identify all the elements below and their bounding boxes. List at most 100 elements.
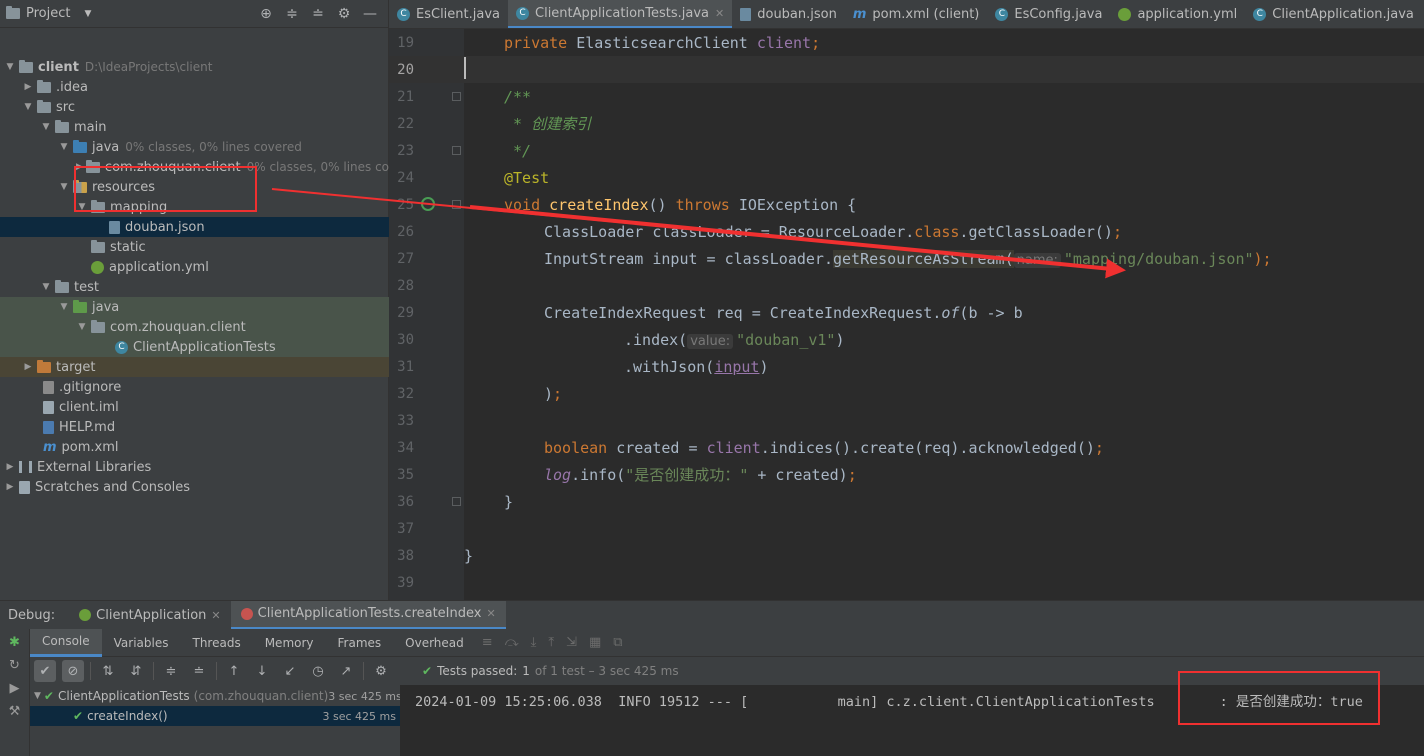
toolbar-separator bbox=[216, 662, 217, 680]
project-view-selector[interactable]: Project ▼ bbox=[6, 6, 91, 21]
chevron-down-icon[interactable]: ▼ bbox=[22, 102, 34, 112]
tree-node-src[interactable]: ▼ src bbox=[0, 97, 389, 117]
chevron-down-icon[interactable]: ▼ bbox=[58, 142, 70, 152]
code-editor[interactable]: 19 private ElasticsearchClient client; 2… bbox=[389, 29, 1424, 600]
tests-status: ✔ Tests passed: 1 of 1 test – 3 sec 425 … bbox=[422, 664, 679, 678]
chevron-right-icon[interactable]: ▶ bbox=[22, 362, 34, 372]
tree-node-test-java[interactable]: ▼ java bbox=[0, 297, 389, 317]
tree-node-test-package[interactable]: ▼ com.zhouquan.client bbox=[0, 317, 389, 337]
fold-icon[interactable] bbox=[452, 92, 461, 101]
resume-icon[interactable]: ▶ bbox=[10, 681, 20, 696]
step-over-icon[interactable]: ⤼ bbox=[499, 635, 525, 650]
locate-icon[interactable]: ⊕ bbox=[258, 6, 274, 22]
tree-node-label: mapping bbox=[110, 199, 168, 215]
tree-node-external-libraries[interactable]: ▶ External Libraries bbox=[0, 457, 389, 477]
run-to-cursor-icon[interactable]: ⇲ bbox=[560, 635, 583, 650]
gear-icon[interactable]: ⚙ bbox=[370, 660, 392, 682]
minimize-icon[interactable]: — bbox=[362, 6, 378, 22]
tab-variables[interactable]: Variables bbox=[102, 629, 181, 657]
step-into-icon[interactable]: ⤓ bbox=[525, 635, 543, 650]
tab-pom-xml[interactable]: m pom.xml (client) bbox=[845, 0, 988, 28]
tab-application-yml[interactable]: application.yml bbox=[1110, 0, 1245, 28]
tree-node-mapping[interactable]: ▼ mapping bbox=[0, 197, 389, 217]
tree-node-help-md[interactable]: HELP.md bbox=[0, 417, 389, 437]
expand-all-icon[interactable]: ≑ bbox=[160, 660, 182, 682]
tree-node-resources[interactable]: ▼ resources bbox=[0, 177, 389, 197]
tree-node-client-application-tests[interactable]: C ClientApplicationTests bbox=[0, 337, 389, 357]
chevron-down-icon[interactable]: ▼ bbox=[40, 282, 52, 292]
line-number: 21 bbox=[397, 88, 414, 105]
chevron-down-icon[interactable]: ▼ bbox=[76, 322, 88, 332]
tab-esconfig-java[interactable]: C EsConfig.java bbox=[987, 0, 1110, 28]
tree-node-douban-json[interactable]: douban.json bbox=[0, 217, 389, 237]
tree-node-target[interactable]: ▶ target bbox=[0, 357, 389, 377]
chevron-down-icon[interactable]: ▼ bbox=[34, 691, 41, 701]
chevron-right-icon[interactable]: ▶ bbox=[22, 82, 34, 92]
close-icon[interactable]: ✕ bbox=[486, 607, 495, 620]
bug-icon[interactable]: ✱ bbox=[9, 635, 20, 650]
debug-session-client-application[interactable]: ClientApplication ✕ bbox=[69, 601, 231, 630]
menu-icon[interactable]: ≡ bbox=[476, 635, 499, 650]
tree-node-idea[interactable]: ▶ .idea bbox=[0, 77, 389, 97]
tab-overhead[interactable]: Overhead bbox=[393, 629, 476, 657]
console-output[interactable]: 2024-01-09 15:25:06.038 INFO 19512 --- [… bbox=[400, 685, 1424, 756]
collapse-all-icon[interactable]: ≐ bbox=[310, 6, 326, 22]
tree-node-gitignore[interactable]: .gitignore bbox=[0, 377, 389, 397]
tree-node-application-yml[interactable]: application.yml bbox=[0, 257, 389, 277]
tab-threads[interactable]: Threads bbox=[180, 629, 252, 657]
gear-icon[interactable]: ⚙ bbox=[336, 6, 352, 22]
tab-frames[interactable]: Frames bbox=[326, 629, 394, 657]
chevron-down-icon[interactable]: ▼ bbox=[58, 302, 70, 312]
tree-node-scratches[interactable]: ▶ Scratches and Consoles bbox=[0, 477, 389, 497]
tree-node-pom-xml[interactable]: m pom.xml bbox=[0, 437, 389, 457]
chevron-down-icon[interactable]: ▼ bbox=[4, 62, 16, 72]
tab-douban-json[interactable]: douban.json bbox=[732, 0, 845, 28]
tab-client-application-tests-java[interactable]: C ClientApplicationTests.java ✕ bbox=[508, 0, 733, 28]
code-token: (b -> b bbox=[959, 303, 1023, 322]
chevron-down-icon[interactable]: ▼ bbox=[58, 182, 70, 192]
tab-console[interactable]: Console bbox=[30, 628, 102, 657]
close-icon[interactable]: ✕ bbox=[211, 609, 220, 622]
test-case-row[interactable]: ✔ createIndex() 3 sec 425 ms bbox=[30, 706, 400, 726]
tab-client-application-java[interactable]: C ClientApplication.java bbox=[1245, 0, 1422, 28]
fold-icon[interactable] bbox=[452, 146, 461, 155]
chevron-right-icon[interactable]: ▶ bbox=[4, 482, 16, 492]
tree-node-client-iml[interactable]: client.iml bbox=[0, 397, 389, 417]
fold-icon[interactable] bbox=[452, 497, 461, 506]
debug-session-create-index[interactable]: ClientApplicationTests.createIndex ✕ bbox=[230, 600, 506, 630]
export-icon[interactable]: ↗ bbox=[335, 660, 357, 682]
chevron-right-icon[interactable]: ▶ bbox=[4, 462, 16, 472]
expand-all-icon[interactable]: ≑ bbox=[284, 6, 300, 22]
wrench-icon[interactable]: ⚒ bbox=[9, 704, 21, 719]
fold-icon[interactable] bbox=[452, 200, 461, 209]
chevron-down-icon[interactable]: ▼ bbox=[40, 122, 52, 132]
project-header: Project ▼ ⊕ ≑ ≐ ⚙ — bbox=[0, 0, 388, 28]
sort-alpha-icon[interactable]: ⇅ bbox=[97, 660, 119, 682]
previous-icon[interactable]: ↑ bbox=[223, 660, 245, 682]
rerun-icon[interactable]: ↻ bbox=[9, 658, 20, 673]
chevron-down-icon[interactable]: ▼ bbox=[76, 202, 88, 212]
tree-node-client[interactable]: ▼ client D:\IdeaProjects\client bbox=[0, 57, 389, 77]
close-icon[interactable]: ✕ bbox=[715, 7, 724, 20]
trace-icon[interactable]: ⧉ bbox=[607, 635, 628, 650]
history-icon[interactable]: ◷ bbox=[307, 660, 329, 682]
evaluate-icon[interactable]: ▦ bbox=[583, 635, 607, 650]
test-suite-row[interactable]: ▼ ✔ ClientApplicationTests (com.zhouquan… bbox=[30, 686, 402, 706]
sort-duration-icon[interactable]: ⇵ bbox=[125, 660, 147, 682]
run-test-icon[interactable] bbox=[421, 197, 435, 211]
show-ignored-icon[interactable]: ⊘ bbox=[62, 660, 84, 682]
tab-esclient-java[interactable]: C EsClient.java bbox=[389, 0, 508, 28]
tab-memory[interactable]: Memory bbox=[253, 629, 326, 657]
next-icon[interactable]: ↓ bbox=[251, 660, 273, 682]
chevron-right-icon[interactable]: ▶ bbox=[76, 162, 83, 172]
iml-file-icon bbox=[43, 400, 54, 414]
show-passed-icon[interactable]: ✔ bbox=[34, 660, 56, 682]
tree-node-main-java[interactable]: ▼ java 0% classes, 0% lines covered bbox=[0, 137, 389, 157]
tree-node-main[interactable]: ▼ main bbox=[0, 117, 389, 137]
step-out-icon[interactable]: ⤒ bbox=[542, 635, 560, 650]
tree-node-static[interactable]: static bbox=[0, 237, 389, 257]
tree-node-test[interactable]: ▼ test bbox=[0, 277, 389, 297]
collapse-all-icon[interactable]: ≐ bbox=[188, 660, 210, 682]
import-icon[interactable]: ↙ bbox=[279, 660, 301, 682]
tree-node-main-package[interactable]: ▶ com.zhouquan.client 0% classes, 0% lin… bbox=[0, 157, 389, 177]
